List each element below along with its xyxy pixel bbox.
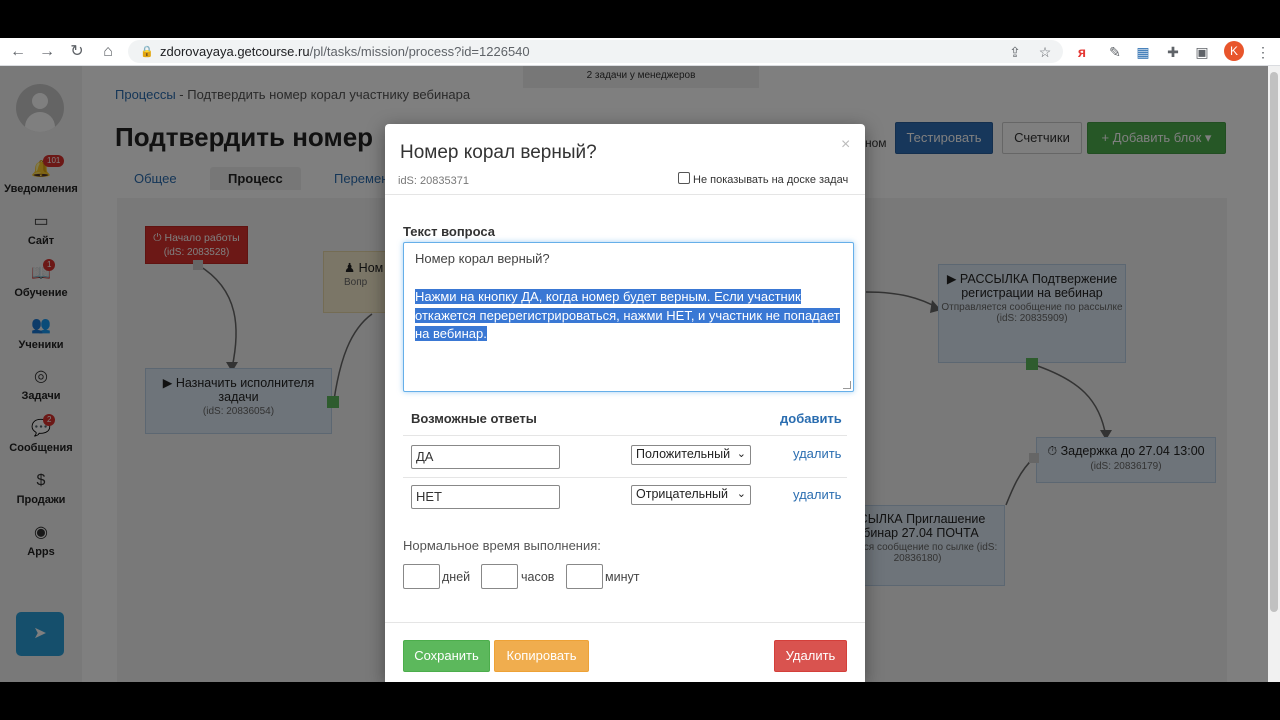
footer-divider	[385, 622, 865, 623]
modal-title: Номер корал верный?	[400, 142, 597, 163]
question-line: Номер корал верный?	[415, 251, 550, 266]
save-button[interactable]: Сохранить	[403, 640, 490, 672]
checkbox-label: Не показывать на доске задач	[693, 174, 849, 186]
select-value: Отрицательный	[636, 487, 729, 501]
video-letterbox-bottom	[0, 682, 1280, 720]
copy-button[interactable]: Копировать	[494, 640, 589, 672]
days-unit: дней	[442, 570, 471, 584]
chevron-down-icon: ⌄	[736, 488, 746, 500]
hide-from-board-checkbox[interactable]: Не показывать на доске задач	[678, 172, 848, 186]
modal-ids: idS: 20835371	[398, 175, 469, 187]
add-answer-link[interactable]: добавить	[780, 411, 842, 426]
answer-input[interactable]: НЕТ	[411, 485, 560, 509]
close-icon[interactable]: ×	[841, 136, 850, 154]
selected-text: Нажми на кнопку ДА, когда номер будет ве…	[415, 289, 840, 341]
answers-divider	[403, 435, 847, 436]
checkbox-box[interactable]	[678, 172, 690, 184]
question-textarea[interactable]: Номер корал верный? Нажми на кнопку ДА, …	[403, 242, 854, 392]
answer-input[interactable]: ДА	[411, 445, 560, 469]
answer-type-select[interactable]: Положительный ⌄	[631, 445, 751, 465]
answer-type-select[interactable]: Отрицательный ⌄	[631, 485, 751, 505]
hours-input[interactable]	[481, 564, 518, 589]
answers-label: Возможные ответы	[411, 411, 537, 426]
page-scrollbar-thumb[interactable]	[1270, 72, 1278, 612]
header-divider	[385, 194, 865, 195]
days-input[interactable]	[403, 564, 440, 589]
minutes-input[interactable]	[566, 564, 603, 589]
question-selected-text: Нажми на кнопку ДА, когда номер будет ве…	[415, 288, 843, 344]
delete-answer-link[interactable]: удалить	[793, 487, 841, 502]
question-label: Текст вопроса	[403, 224, 496, 239]
minutes-unit: минут	[605, 570, 640, 584]
chevron-down-icon: ⌄	[736, 448, 746, 460]
answer-row-divider	[403, 477, 847, 478]
hours-unit: часов	[521, 570, 555, 584]
resize-handle[interactable]	[843, 381, 851, 389]
delete-answer-link[interactable]: удалить	[793, 446, 841, 461]
normal-time-label: Нормальное время выполнения:	[403, 538, 601, 553]
select-value: Положительный	[636, 447, 731, 461]
question-block-modal: Номер корал верный? × idS: 20835371 Не п…	[385, 124, 865, 682]
delete-button[interactable]: Удалить	[774, 640, 847, 672]
